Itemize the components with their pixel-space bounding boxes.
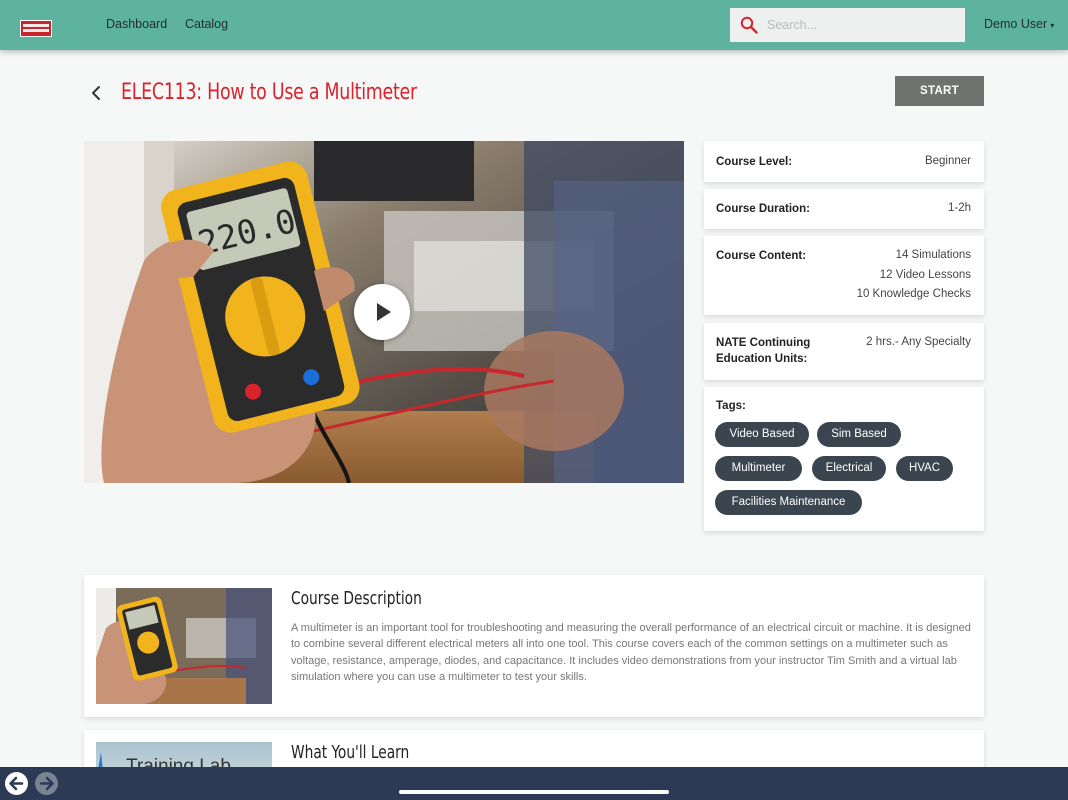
nate-units-value: 2 hrs.- Any Specialty: [866, 336, 971, 348]
course-level-value: Beginner: [924, 155, 971, 167]
search-box[interactable]: [730, 8, 965, 42]
content-video-lessons-value: 12 Video Lessons: [879, 268, 971, 281]
business-toolbox-logo[interactable]: [20, 20, 52, 37]
tags-card: Tags: Video Based Sim Based Multimeter E…: [704, 387, 984, 531]
tag-hvac[interactable]: HVAC: [896, 456, 953, 481]
search-input[interactable]: [767, 16, 957, 34]
tags-label: Tags:: [716, 400, 746, 412]
browser-bottom-bar: [0, 767, 1068, 800]
course-description-text: A multimeter is an important tool for tr…: [291, 622, 971, 683]
home-indicator[interactable]: [399, 790, 669, 794]
course-duration-card: Course Duration: 1-2h: [704, 189, 984, 229]
course-duration-label: Course Duration:: [716, 203, 810, 215]
tag-sim-based[interactable]: Sim Based: [817, 422, 901, 447]
browser-forward-button[interactable]: [35, 772, 58, 795]
course-content-card: Course Content: 14 Simulations 12 Video …: [704, 236, 984, 315]
nate-units-card: NATE Continuing Education Units: 2 hrs.-…: [704, 323, 984, 380]
course-level-label: Course Level:: [716, 156, 793, 168]
course-description-thumbnail: [96, 588, 272, 704]
top-navigation-bar: Dashboard Catalog Demo User▾: [0, 0, 1068, 50]
tag-electrical[interactable]: Electrical: [812, 456, 886, 481]
nate-label-line-1: NATE Continuing: [716, 337, 811, 349]
nav-catalog-link[interactable]: Catalog: [185, 17, 228, 31]
course-description-title: Course Description: [291, 588, 422, 609]
nate-label-line-2: Education Units:: [716, 353, 808, 365]
tag-multimeter[interactable]: Multimeter: [715, 456, 802, 481]
chevron-left-icon[interactable]: [86, 83, 106, 103]
multimeter-thumbnail-image: [96, 588, 272, 704]
course-video-player[interactable]: 220.0: [84, 141, 684, 483]
start-course-button[interactable]: START: [895, 76, 984, 106]
arrow-left-icon: [9, 776, 24, 791]
user-menu-dropdown[interactable]: Demo User ▾: [984, 17, 1054, 31]
content-knowledge-checks-value: 10 Knowledge Checks: [856, 288, 971, 300]
course-level-card: Course Level: Beginner: [704, 141, 984, 182]
page-title: ELEC113: How to Use a Multimeter: [121, 80, 417, 105]
search-icon[interactable]: [740, 16, 758, 34]
course-duration-value: 1-2h: [947, 202, 971, 214]
chevron-down-icon: ▾: [1050, 21, 1055, 30]
what-youll-learn-title: What You'll Learn: [291, 742, 410, 763]
play-icon[interactable]: [354, 284, 410, 340]
arrow-right-icon: [39, 776, 54, 791]
tag-video-based[interactable]: Video Based: [715, 422, 809, 447]
course-content-label: Course Content:: [716, 250, 807, 262]
course-description-section: Course Description A multimeter is an im…: [84, 575, 984, 717]
nav-dashboard-link[interactable]: Dashboard: [106, 17, 167, 31]
logo-graphic: [21, 21, 51, 36]
user-name-label: Demo User: [984, 17, 1048, 31]
browser-back-button[interactable]: [5, 772, 28, 795]
content-simulations-value: 14 Simulations: [895, 249, 971, 261]
tag-facilities-maintenance[interactable]: Facilities Maintenance: [715, 490, 862, 515]
